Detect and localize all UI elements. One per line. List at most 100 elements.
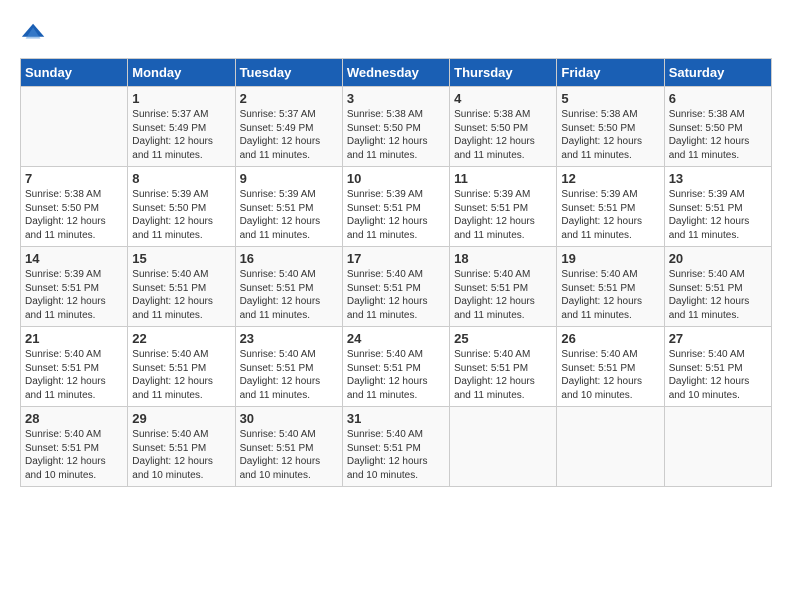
day-number: 28	[25, 411, 123, 426]
calendar-cell: 18 Sunrise: 5:40 AM Sunset: 5:51 PM Dayli…	[450, 247, 557, 327]
calendar-cell: 11 Sunrise: 5:39 AM Sunset: 5:51 PM Dayli…	[450, 167, 557, 247]
calendar-cell	[557, 407, 664, 487]
day-info: Sunrise: 5:39 AM Sunset: 5:51 PM Dayligh…	[240, 188, 338, 242]
day-info: Sunrise: 5:40 AM Sunset: 5:51 PM Dayligh…	[240, 428, 338, 482]
day-number: 4	[454, 91, 552, 106]
day-info: Sunrise: 5:38 AM Sunset: 5:50 PM Dayligh…	[669, 108, 767, 162]
day-info: Sunrise: 5:40 AM Sunset: 5:51 PM Dayligh…	[347, 428, 445, 482]
day-info: Sunrise: 5:40 AM Sunset: 5:51 PM Dayligh…	[132, 428, 230, 482]
calendar-cell: 24 Sunrise: 5:40 AM Sunset: 5:51 PM Dayli…	[342, 327, 449, 407]
day-number: 24	[347, 331, 445, 346]
day-info: Sunrise: 5:39 AM Sunset: 5:51 PM Dayligh…	[561, 188, 659, 242]
day-number: 7	[25, 171, 123, 186]
day-number: 19	[561, 251, 659, 266]
calendar-cell: 6Sunrise: 5:38 AM Sunset: 5:50 PM Daylig…	[664, 87, 771, 167]
day-number: 15	[132, 251, 230, 266]
day-number: 16	[240, 251, 338, 266]
day-number: 27	[669, 331, 767, 346]
calendar-cell: 8Sunrise: 5:39 AM Sunset: 5:50 PM Daylig…	[128, 167, 235, 247]
calendar-cell: 27 Sunrise: 5:40 AM Sunset: 5:51 PM Dayli…	[664, 327, 771, 407]
column-header-sunday: Sunday	[21, 59, 128, 87]
column-header-saturday: Saturday	[664, 59, 771, 87]
day-number: 9	[240, 171, 338, 186]
calendar-cell: 10 Sunrise: 5:39 AM Sunset: 5:51 PM Dayli…	[342, 167, 449, 247]
day-number: 22	[132, 331, 230, 346]
day-info: Sunrise: 5:40 AM Sunset: 5:51 PM Dayligh…	[454, 268, 552, 322]
column-header-monday: Monday	[128, 59, 235, 87]
calendar-week-row: 14 Sunrise: 5:39 AM Sunset: 5:51 PM Dayli…	[21, 247, 772, 327]
day-number: 5	[561, 91, 659, 106]
day-info: Sunrise: 5:40 AM Sunset: 5:51 PM Dayligh…	[347, 268, 445, 322]
day-info: Sunrise: 5:40 AM Sunset: 5:51 PM Dayligh…	[454, 348, 552, 402]
calendar-cell: 13 Sunrise: 5:39 AM Sunset: 5:51 PM Dayli…	[664, 167, 771, 247]
day-info: Sunrise: 5:40 AM Sunset: 5:51 PM Dayligh…	[561, 268, 659, 322]
day-number: 21	[25, 331, 123, 346]
column-header-thursday: Thursday	[450, 59, 557, 87]
calendar-cell: 22 Sunrise: 5:40 AM Sunset: 5:51 PM Dayli…	[128, 327, 235, 407]
day-number: 13	[669, 171, 767, 186]
day-info: Sunrise: 5:40 AM Sunset: 5:51 PM Dayligh…	[25, 428, 123, 482]
day-number: 31	[347, 411, 445, 426]
calendar-cell: 9 Sunrise: 5:39 AM Sunset: 5:51 PM Daylig…	[235, 167, 342, 247]
column-header-wednesday: Wednesday	[342, 59, 449, 87]
calendar-cell: 14 Sunrise: 5:39 AM Sunset: 5:51 PM Dayli…	[21, 247, 128, 327]
day-info: Sunrise: 5:40 AM Sunset: 5:51 PM Dayligh…	[132, 348, 230, 402]
calendar-week-row: 28 Sunrise: 5:40 AM Sunset: 5:51 PM Dayli…	[21, 407, 772, 487]
column-header-friday: Friday	[557, 59, 664, 87]
column-header-tuesday: Tuesday	[235, 59, 342, 87]
day-info: Sunrise: 5:38 AM Sunset: 5:50 PM Dayligh…	[454, 108, 552, 162]
day-info: Sunrise: 5:40 AM Sunset: 5:51 PM Dayligh…	[347, 348, 445, 402]
calendar-cell: 2 Sunrise: 5:37 AM Sunset: 5:49 PM Daylig…	[235, 87, 342, 167]
calendar-cell: 15 Sunrise: 5:40 AM Sunset: 5:51 PM Dayli…	[128, 247, 235, 327]
day-info: Sunrise: 5:40 AM Sunset: 5:51 PM Dayligh…	[240, 268, 338, 322]
day-info: Sunrise: 5:40 AM Sunset: 5:51 PM Dayligh…	[25, 348, 123, 402]
day-number: 10	[347, 171, 445, 186]
calendar-cell: 3 Sunrise: 5:38 AM Sunset: 5:50 PM Daylig…	[342, 87, 449, 167]
calendar-cell: 31 Sunrise: 5:40 AM Sunset: 5:51 PM Dayli…	[342, 407, 449, 487]
calendar-cell: 30 Sunrise: 5:40 AM Sunset: 5:51 PM Dayli…	[235, 407, 342, 487]
calendar-cell: 28 Sunrise: 5:40 AM Sunset: 5:51 PM Dayli…	[21, 407, 128, 487]
calendar-cell: 16 Sunrise: 5:40 AM Sunset: 5:51 PM Dayli…	[235, 247, 342, 327]
calendar-cell: 23 Sunrise: 5:40 AM Sunset: 5:51 PM Dayli…	[235, 327, 342, 407]
day-number: 11	[454, 171, 552, 186]
day-info: Sunrise: 5:39 AM Sunset: 5:51 PM Dayligh…	[454, 188, 552, 242]
day-number: 12	[561, 171, 659, 186]
day-number: 30	[240, 411, 338, 426]
day-info: Sunrise: 5:40 AM Sunset: 5:51 PM Dayligh…	[132, 268, 230, 322]
logo-icon	[20, 20, 48, 48]
logo	[20, 20, 52, 48]
day-info: Sunrise: 5:40 AM Sunset: 5:51 PM Dayligh…	[561, 348, 659, 402]
day-info: Sunrise: 5:38 AM Sunset: 5:50 PM Dayligh…	[25, 188, 123, 242]
day-number: 18	[454, 251, 552, 266]
day-number: 26	[561, 331, 659, 346]
day-number: 14	[25, 251, 123, 266]
day-number: 29	[132, 411, 230, 426]
calendar-cell: 5 Sunrise: 5:38 AM Sunset: 5:50 PM Daylig…	[557, 87, 664, 167]
day-info: Sunrise: 5:40 AM Sunset: 5:51 PM Dayligh…	[240, 348, 338, 402]
calendar-cell: 4 Sunrise: 5:38 AM Sunset: 5:50 PM Daylig…	[450, 87, 557, 167]
day-info: Sunrise: 5:37 AM Sunset: 5:49 PM Dayligh…	[240, 108, 338, 162]
day-info: Sunrise: 5:40 AM Sunset: 5:51 PM Dayligh…	[669, 268, 767, 322]
calendar-cell: 20 Sunrise: 5:40 AM Sunset: 5:51 PM Dayli…	[664, 247, 771, 327]
day-info: Sunrise: 5:39 AM Sunset: 5:51 PM Dayligh…	[669, 188, 767, 242]
calendar-cell: 25Sunrise: 5:40 AM Sunset: 5:51 PM Dayli…	[450, 327, 557, 407]
day-info: Sunrise: 5:38 AM Sunset: 5:50 PM Dayligh…	[561, 108, 659, 162]
day-number: 17	[347, 251, 445, 266]
day-number: 20	[669, 251, 767, 266]
calendar-cell: 26 Sunrise: 5:40 AM Sunset: 5:51 PM Dayli…	[557, 327, 664, 407]
page-header	[20, 20, 772, 48]
day-info: Sunrise: 5:40 AM Sunset: 5:51 PM Dayligh…	[669, 348, 767, 402]
calendar-week-row: 1Sunrise: 5:37 AM Sunset: 5:49 PM Daylig…	[21, 87, 772, 167]
calendar-week-row: 7 Sunrise: 5:38 AM Sunset: 5:50 PM Daylig…	[21, 167, 772, 247]
day-info: Sunrise: 5:37 AM Sunset: 5:49 PM Dayligh…	[132, 108, 230, 162]
day-number: 23	[240, 331, 338, 346]
calendar-cell: 1Sunrise: 5:37 AM Sunset: 5:49 PM Daylig…	[128, 87, 235, 167]
day-info: Sunrise: 5:38 AM Sunset: 5:50 PM Dayligh…	[347, 108, 445, 162]
calendar-cell: 7 Sunrise: 5:38 AM Sunset: 5:50 PM Daylig…	[21, 167, 128, 247]
calendar-cell	[664, 407, 771, 487]
day-info: Sunrise: 5:39 AM Sunset: 5:51 PM Dayligh…	[347, 188, 445, 242]
calendar-cell	[21, 87, 128, 167]
day-number: 3	[347, 91, 445, 106]
day-info: Sunrise: 5:39 AM Sunset: 5:51 PM Dayligh…	[25, 268, 123, 322]
day-number: 2	[240, 91, 338, 106]
